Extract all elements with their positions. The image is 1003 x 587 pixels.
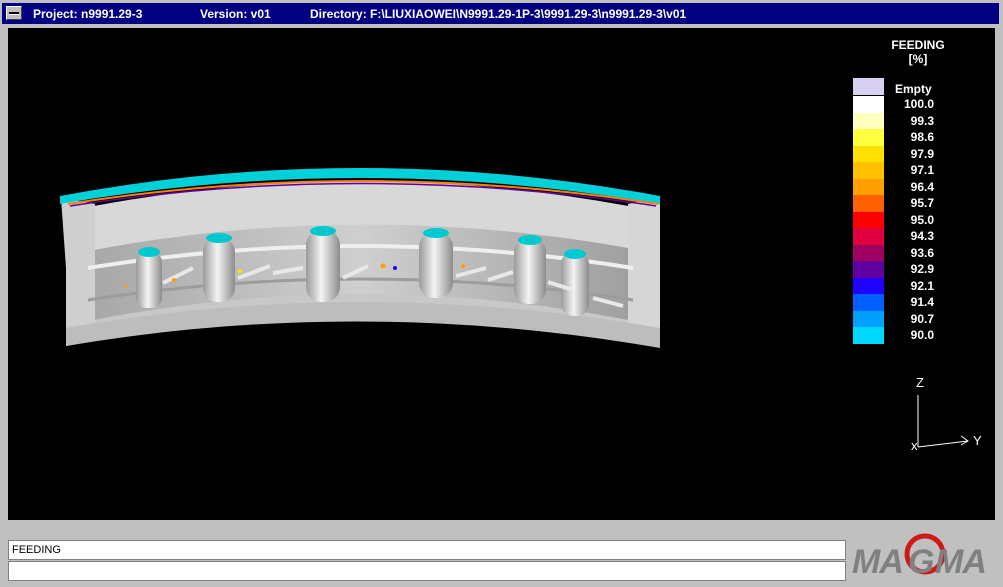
legend-swatch — [853, 277, 884, 294]
version-label: Version: v01 — [200, 7, 271, 21]
axis-y-label: Y — [973, 433, 982, 448]
legend-swatch — [853, 244, 884, 261]
legend-swatch — [853, 96, 884, 113]
legend-value: 98.6 — [910, 130, 934, 144]
legend-empty-swatch — [853, 78, 884, 95]
svg-text:MA: MA — [935, 543, 986, 581]
legend-value: 95.0 — [910, 212, 934, 227]
legend-value: 97.1 — [910, 163, 934, 177]
legend-value: 92.1 — [910, 278, 934, 293]
magma-logo: MA G MA — [852, 533, 987, 581]
legend-swatch — [853, 145, 884, 162]
legend-title: FEEDING — [891, 38, 945, 52]
project-name: Project: n9991.29-3 — [33, 7, 143, 21]
legend-swatch — [853, 129, 884, 146]
legend-swatch — [853, 228, 884, 245]
legend-swatch — [853, 211, 884, 228]
legend-value: 100.0 — [903, 97, 934, 111]
legend-value: 91.4 — [910, 295, 934, 309]
casting-model[interactable] — [8, 28, 995, 520]
legend-swatch — [853, 112, 884, 129]
legend-swatch — [853, 261, 884, 278]
legend-swatch — [853, 294, 884, 311]
status-line-1: FEEDING — [8, 540, 846, 560]
legend-value: 90.0 — [910, 328, 934, 342]
directory-path: Directory: F:\LIUXIAOWEI\N9991.29-1P-3\9… — [310, 7, 687, 21]
legend-unit: [%] — [908, 52, 928, 66]
legend-value: 93.6 — [910, 245, 934, 260]
legend-swatch — [853, 310, 884, 327]
legend-value: 90.7 — [910, 311, 934, 326]
axis-x-label: x — [911, 438, 918, 453]
legend-swatch — [853, 162, 884, 179]
legend-value: 94.3 — [910, 229, 934, 243]
legend-value: 96.4 — [910, 179, 934, 194]
svg-text:G: G — [908, 543, 934, 581]
legend-swatch — [853, 327, 884, 344]
axis-triad-icon — [917, 395, 969, 448]
legend-value: 99.3 — [910, 113, 934, 128]
status-line-2 — [8, 561, 846, 581]
3d-viewport[interactable]: FEEDING [%] Empty 100.0 99.3 98.6 97.9 97.1 9… — [8, 28, 995, 520]
legend-value: 95.7 — [910, 196, 934, 210]
legend-empty-label: Empty — [895, 82, 932, 96]
system-menu-icon[interactable] — [6, 6, 22, 20]
svg-text:MA: MA — [852, 543, 903, 581]
legend-value: 97.9 — [910, 146, 934, 161]
legend-value: 92.9 — [910, 262, 934, 276]
axis-z-label: Z — [916, 375, 924, 390]
legend-swatch — [853, 178, 884, 195]
title-bar: Project: n9991.29-3 Version: v01 Directo… — [0, 0, 1003, 28]
legend-swatch — [853, 195, 884, 212]
title-bar-inner: Project: n9991.29-3 Version: v01 Directo… — [2, 3, 999, 24]
